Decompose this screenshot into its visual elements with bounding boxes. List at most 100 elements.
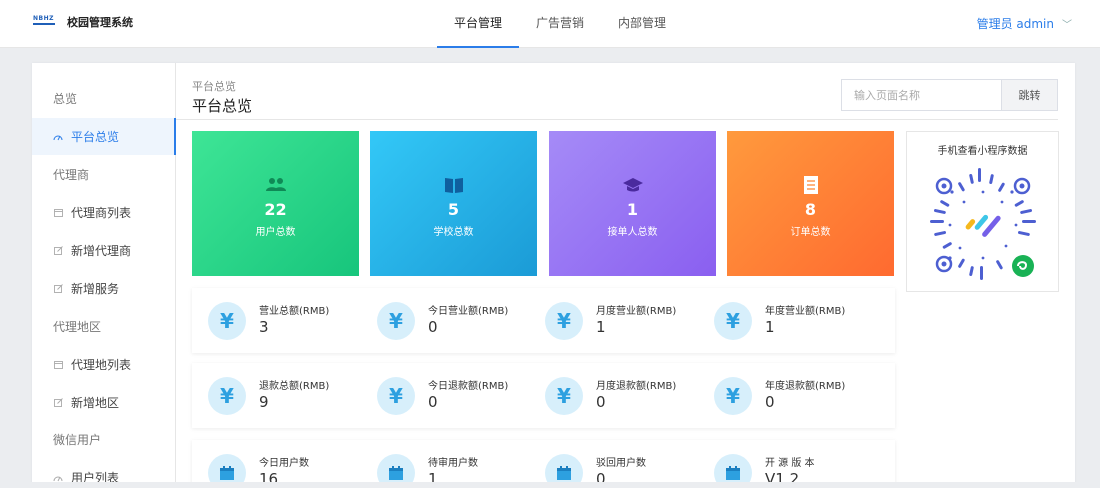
yuan-icon: ¥ [377, 377, 415, 415]
brand[interactable]: NBHZ 校园管理系统 [33, 14, 133, 30]
metric-label: 年度退款额(RMB) [765, 381, 846, 392]
sidebar-group-wechat-users: 微信用户 [32, 421, 176, 458]
yuan-icon: ¥ [377, 302, 415, 340]
yuan-icon: ¥ [208, 302, 246, 340]
metric-value: 1 [765, 318, 775, 336]
metric-label: 开 源 版 本 [765, 458, 815, 469]
mini-program-code [930, 168, 1036, 280]
divider [176, 119, 1058, 120]
page-jump: 跳转 [841, 79, 1058, 111]
stat-card-orders[interactable]: 8 订单总数 [727, 131, 894, 276]
top-header: NBHZ 校园管理系统 平台管理 广告营销 内部管理 管理员 admin ﹀ [0, 0, 1100, 48]
sidebar-item-add-region[interactable]: 新增地区 [32, 384, 176, 421]
stat-card-users[interactable]: 22 用户总数 [192, 131, 359, 276]
sidebar-item-label: 代理商列表 [71, 206, 132, 220]
stat-value: 22 [264, 200, 287, 219]
metric-monthly-refund[interactable]: ¥ 月度退款额(RMB) 0 [529, 363, 699, 428]
stat-label: 用户总数 [255, 227, 296, 238]
stat-label: 接单人总数 [607, 227, 658, 238]
yuan-icon: ¥ [208, 377, 246, 415]
jump-button[interactable]: 跳转 [1001, 80, 1057, 110]
document-icon [800, 175, 822, 195]
user-metrics: 今日用户数 16 待审用户数 1 驳回用户数 0 开 源 版 本 V1.2 [192, 440, 895, 488]
metric-today-users[interactable]: 今日用户数 16 [192, 440, 362, 488]
stat-label: 订单总数 [790, 227, 831, 238]
logo-text: NBHZ [33, 15, 54, 22]
edit-icon [53, 246, 63, 256]
metric-label: 今日退款额(RMB) [428, 381, 509, 392]
metric-label: 今日用户数 [259, 458, 309, 469]
yuan-icon: ¥ [545, 377, 583, 415]
page-name-input[interactable] [842, 80, 1001, 110]
revenue-metrics: ¥ 营业总额(RMB) 3 ¥ 今日营业额(RMB) 0 ¥ 月度营业额(RMB… [192, 288, 895, 353]
metric-label: 今日营业额(RMB) [428, 306, 509, 317]
sidebar-item-add-agent[interactable]: 新增代理商 [32, 232, 176, 269]
sidebar-group-overview: 总览 [32, 80, 176, 117]
nav-platform-management[interactable]: 平台管理 [437, 0, 520, 48]
stat-value: 1 [626, 200, 639, 219]
sidebar-item-agent-list[interactable]: 代理商列表 [32, 194, 176, 231]
nav-ad-marketing[interactable]: 广告营销 [519, 0, 601, 48]
metric-label: 月度退款额(RMB) [596, 381, 677, 392]
user-menu[interactable]: 管理员 admin ﹀ [977, 15, 1072, 32]
edit-icon [53, 398, 63, 408]
stat-label: 学校总数 [433, 227, 474, 238]
sidebar-item-add-service[interactable]: 新增服务 [32, 270, 176, 307]
sidebar-item-platform-overview[interactable]: 平台总览 [32, 118, 176, 155]
metric-today-refund[interactable]: ¥ 今日退款额(RMB) 0 [361, 363, 531, 428]
metric-yearly-revenue[interactable]: ¥ 年度营业额(RMB) 1 [698, 288, 868, 353]
metric-value: 9 [259, 393, 269, 411]
metric-total-revenue[interactable]: ¥ 营业总额(RMB) 3 [192, 288, 362, 353]
metric-total-refund[interactable]: ¥ 退款总额(RMB) 9 [192, 363, 362, 428]
sidebar-item-label: 新增地区 [71, 396, 120, 410]
graduation-cap-icon [622, 175, 644, 195]
breadcrumb[interactable]: 平台总览 [192, 78, 236, 94]
users-icon [265, 175, 287, 195]
metric-rejected-users[interactable]: 驳回用户数 0 [529, 440, 699, 488]
sidebar-group-label: 代理商 [53, 168, 90, 182]
stat-card-couriers[interactable]: 1 接单人总数 [549, 131, 716, 276]
dashboard-icon [53, 473, 63, 483]
metric-yearly-refund[interactable]: ¥ 年度退款额(RMB) 0 [698, 363, 868, 428]
sidebar-group-regions: 代理地区 [32, 308, 176, 345]
sidebar: 总览 平台总览 代理商 代理商列表 新增代理商 新增服务 代理地区 代理地列表 … [32, 63, 176, 488]
refund-metrics: ¥ 退款总额(RMB) 9 ¥ 今日退款额(RMB) 0 ¥ 月度退款额(RMB… [192, 363, 895, 428]
sidebar-group-label: 代理地区 [53, 320, 102, 334]
chevron-down-icon: ﹀ [1062, 20, 1072, 31]
metric-value: 0 [765, 393, 775, 411]
metric-today-revenue[interactable]: ¥ 今日营业额(RMB) 0 [361, 288, 531, 353]
sidebar-group-agents: 代理商 [32, 156, 176, 193]
calendar-icon [53, 208, 63, 218]
metric-value: 0 [428, 318, 438, 336]
app-title: 校园管理系统 [67, 16, 133, 29]
metric-label: 月度营业额(RMB) [596, 306, 677, 317]
qr-card: 手机查看小程序数据 [906, 131, 1059, 292]
dashboard-icon [53, 132, 63, 142]
stat-card-schools[interactable]: 5 学校总数 [370, 131, 537, 276]
sidebar-group-label: 微信用户 [53, 433, 102, 447]
metric-value: 0 [428, 393, 438, 411]
sidebar-item-label: 新增服务 [71, 282, 120, 296]
calendar-icon [53, 360, 63, 370]
metric-label: 驳回用户数 [596, 458, 646, 469]
page-title: 平台总览 [192, 97, 253, 115]
sidebar-item-region-list[interactable]: 代理地列表 [32, 346, 176, 383]
sidebar-item-label: 新增代理商 [71, 244, 132, 258]
metric-label: 退款总额(RMB) [259, 381, 330, 392]
sidebar-group-label: 总览 [53, 92, 78, 106]
main-panel: 总览 平台总览 代理商 代理商列表 新增代理商 新增服务 代理地区 代理地列表 … [32, 63, 1075, 488]
metric-value: 0 [596, 393, 606, 411]
metric-value: 3 [259, 318, 269, 336]
metric-label: 待审用户数 [428, 458, 478, 469]
metric-version[interactable]: 开 源 版 本 V1.2 [698, 440, 868, 488]
yuan-icon: ¥ [545, 302, 583, 340]
app-logo: NBHZ [33, 15, 55, 29]
metric-label: 年度营业额(RMB) [765, 306, 846, 317]
book-icon [443, 175, 465, 195]
nav-internal-management[interactable]: 内部管理 [601, 0, 683, 48]
metric-pending-users[interactable]: 待审用户数 1 [361, 440, 531, 488]
metric-monthly-revenue[interactable]: ¥ 月度营业额(RMB) 1 [529, 288, 699, 353]
top-nav: 平台管理 广告营销 内部管理 [437, 0, 683, 48]
stat-value: 5 [447, 200, 460, 219]
user-label: 管理员 admin [976, 17, 1054, 31]
